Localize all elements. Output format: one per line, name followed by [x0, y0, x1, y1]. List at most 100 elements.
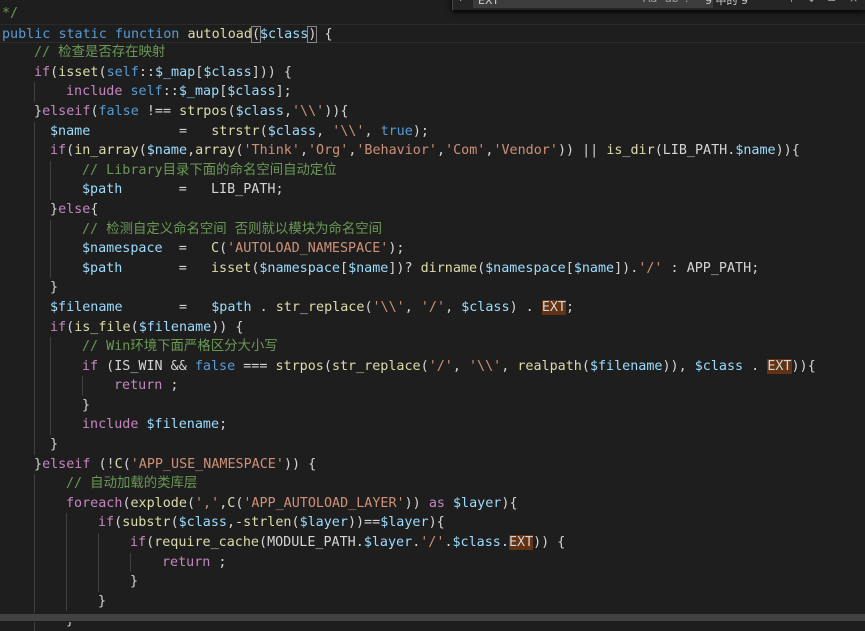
- line-text: $path = isset($namespace[$name])? dirnam…: [82, 259, 759, 279]
- code-line[interactable]: }: [0, 395, 865, 416]
- code-token: )): [775, 143, 792, 159]
- code-token: (: [364, 299, 373, 315]
- indent-guide: [34, 180, 35, 200]
- code-line[interactable]: // Library目录下面的命名空间自动定位: [0, 160, 865, 181]
- line-text: // 检查是否存在映射: [34, 43, 165, 63]
- code-token: $namespace: [82, 241, 163, 257]
- code-line[interactable]: if(require_cache(MODULE_PATH.$layer.'/'.…: [0, 533, 865, 553]
- code-token: self: [106, 64, 139, 80]
- code-token: }: [34, 456, 43, 472]
- code-token: return: [162, 554, 211, 570]
- code-line[interactable]: if(in_array($name,array('Think','Org','B…: [0, 141, 865, 161]
- indent-guide: [50, 180, 51, 200]
- code-token: ',': [195, 495, 220, 511]
- code-line[interactable]: }: [0, 591, 865, 612]
- code-token: (: [250, 25, 262, 43]
- line-text: include self::$_map[$class];: [66, 82, 292, 102]
- code-editor[interactable]: */public static function autoload($class…: [0, 0, 865, 631]
- line-text: // 检测自定义命名空间 否则就以模块为命名空间: [82, 220, 382, 240]
- line-text: $namespace = C('AUTOLOAD_NAMESPACE');: [82, 239, 405, 259]
- indent-guide: [50, 337, 51, 357]
- code-token: ;: [162, 378, 179, 394]
- code-token: strstr: [211, 123, 260, 139]
- code-token: // 检查是否存在映射: [34, 45, 166, 61]
- indent-guide: [34, 513, 35, 534]
- code-token: (: [654, 143, 663, 159]
- code-line[interactable]: }else{: [0, 199, 865, 220]
- code-token: substr: [122, 515, 171, 531]
- line-text: }else{: [50, 200, 98, 220]
- code-line[interactable]: $path = LIB_PATH;: [0, 180, 865, 200]
- code-token: $layer: [363, 535, 413, 551]
- code-token: [: [565, 260, 574, 276]
- code-line[interactable]: $path = isset($namespace[$name])? dirnam…: [0, 258, 865, 279]
- horizontal-scrollbar[interactable]: [0, 613, 865, 622]
- code-token: ) .: [509, 299, 542, 315]
- code-token: ,: [187, 143, 196, 159]
- indent-guide: [34, 297, 35, 318]
- arrow-down-icon[interactable]: ↓: [807, 0, 816, 5]
- code-token: $name: [348, 260, 389, 276]
- indent-guide: [34, 337, 35, 357]
- code-token: )) {: [211, 319, 244, 335]
- code-token: ];: [275, 84, 292, 100]
- code-line[interactable]: $filename = $path . str_replace('\\', '/…: [0, 297, 865, 318]
- code-line[interactable]: // 检查是否存在映射: [0, 43, 865, 63]
- line-text: }: [82, 396, 90, 416]
- code-token: (: [323, 358, 332, 374]
- code-token: // Win环境下面严格区分大小写: [82, 339, 278, 355]
- code-line[interactable]: // 检测自定义命名空间 否则就以模块为命名空间: [0, 219, 865, 240]
- find-in-selection-icon[interactable]: ≡: [827, 0, 836, 5]
- code-token: )) {: [283, 456, 317, 472]
- code-token: $class: [260, 26, 309, 42]
- code-token: }: [82, 397, 91, 413]
- code-token: in_array: [74, 143, 139, 159]
- code-line[interactable]: return ;: [0, 552, 865, 573]
- code-line[interactable]: }: [0, 435, 865, 455]
- code-line[interactable]: // 自动加载的类库层: [0, 474, 865, 494]
- code-token: include: [66, 84, 123, 100]
- code-line[interactable]: return ;: [0, 376, 865, 396]
- code-token: (: [50, 64, 59, 80]
- code-line[interactable]: $name = strstr($class, '\\', true);: [0, 121, 865, 142]
- code-line[interactable]: if (IS_WIN && false === strpos(str_repla…: [0, 356, 865, 377]
- code-token: $layer: [299, 515, 348, 531]
- indent-guide: [66, 572, 67, 592]
- code-token: return: [114, 378, 163, 394]
- code-line[interactable]: if(substr($class,-strlen($layer))==$laye…: [0, 513, 865, 534]
- code-token: $class: [694, 358, 744, 374]
- code-line[interactable]: if(isset(self::$_map[$class])) {: [0, 63, 865, 83]
- code-token: {: [436, 515, 445, 531]
- line-text: if (IS_WIN && false === strpos(str_repla…: [82, 357, 816, 377]
- code-token: ,: [316, 123, 333, 139]
- code-line[interactable]: $namespace = C('AUTOLOAD_NAMESPACE');: [0, 239, 865, 259]
- code-line[interactable]: foreach(explode(',',C('APP_AUTOLOAD_LAYE…: [0, 493, 865, 514]
- code-token: 'Org': [308, 143, 349, 159]
- use-regex-toggle[interactable]: .*: [685, 0, 694, 5]
- code-area[interactable]: */public static function autoload($class…: [0, 4, 865, 631]
- code-token: (: [66, 143, 75, 159]
- code-line[interactable]: }elseif (!C('APP_USE_NAMESPACE')) {: [0, 455, 865, 475]
- code-line[interactable]: // Win环境下面严格区分大小写: [0, 337, 865, 357]
- match-whole-word-toggle[interactable]: ab: [665, 0, 679, 5]
- match-count: 9 中的 9: [705, 0, 748, 7]
- close-icon[interactable]: ×: [849, 0, 858, 5]
- code-line[interactable]: if(is_file($filename)) {: [0, 317, 865, 338]
- code-line[interactable]: public static function autoload($class) …: [0, 23, 865, 44]
- code-line[interactable]: include self::$_map[$class];: [0, 82, 865, 102]
- scrollbar-thumb[interactable]: [0, 614, 865, 621]
- line-text: // 自动加载的类库层: [66, 474, 197, 494]
- code-token: =: [90, 123, 212, 139]
- indent-guide: [50, 415, 51, 436]
- code-line[interactable]: include $filename;: [0, 415, 865, 436]
- arrow-up-icon[interactable]: ↑: [787, 0, 796, 5]
- toggle-replace-icon[interactable]: ›: [459, 0, 463, 5]
- code-token: elseif: [42, 103, 91, 119]
- code-token: (: [98, 64, 107, 80]
- match-case-toggle[interactable]: Aa: [643, 0, 657, 5]
- code-token: (: [227, 103, 236, 119]
- code-line[interactable]: }: [0, 572, 865, 592]
- code-line[interactable]: }: [0, 278, 865, 298]
- code-line[interactable]: }elseif(false !== strpos($class,'\\')){: [0, 102, 865, 122]
